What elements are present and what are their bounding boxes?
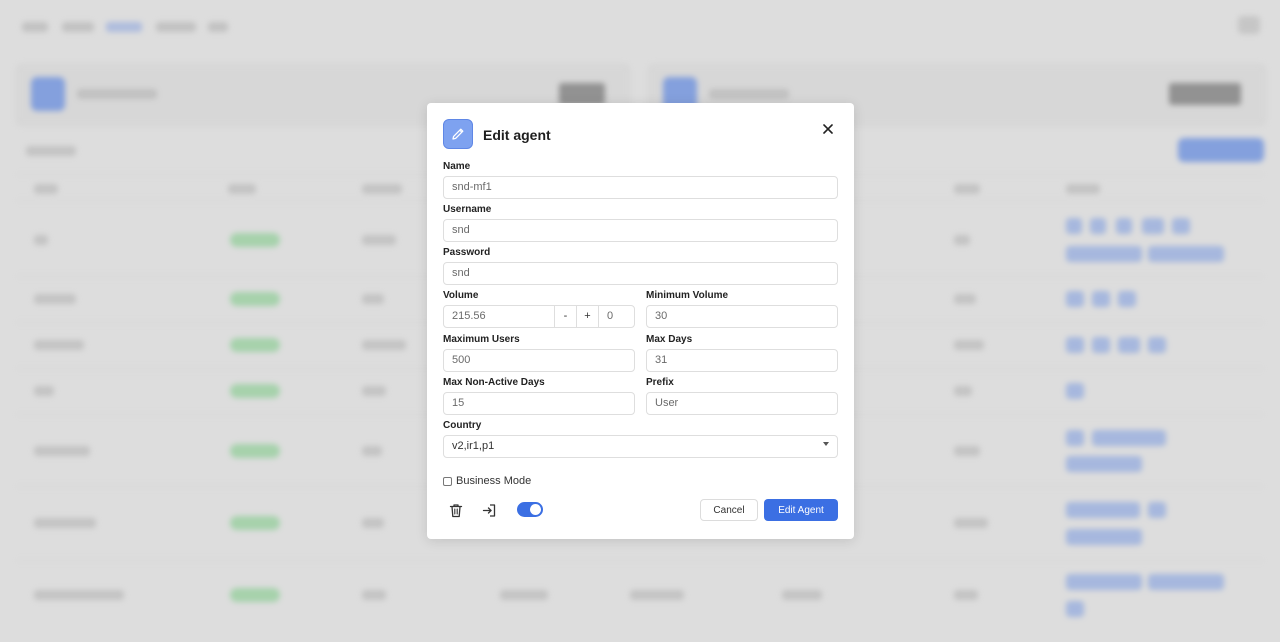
max-non-active-days-label: Max Non-Active Days: [443, 377, 545, 388]
password-input[interactable]: snd: [443, 262, 838, 285]
name-field: Name snd-mf1: [443, 161, 838, 199]
volume-decrement-button[interactable]: -: [555, 306, 577, 327]
country-field: Country v2,ir1,p1: [443, 420, 838, 458]
sign-in-icon[interactable]: [479, 500, 499, 520]
max-non-active-days-field: Max Non-Active Days 15: [443, 377, 635, 415]
close-icon[interactable]: [818, 119, 838, 139]
volume-step-input[interactable]: 0: [599, 306, 634, 327]
minimum-volume-label: Minimum Volume: [646, 290, 729, 301]
modal-title: Edit agent: [483, 127, 551, 143]
business-mode-row[interactable]: Business Mode: [443, 475, 531, 487]
country-select-value[interactable]: v2,ir1,p1: [443, 435, 838, 458]
country-label: Country: [443, 420, 482, 431]
max-non-active-days-input[interactable]: 15: [443, 392, 635, 415]
username-input[interactable]: snd: [443, 219, 838, 242]
pencil-icon: [443, 119, 473, 149]
max-days-field: Max Days 31: [646, 334, 838, 372]
trash-icon[interactable]: [446, 500, 466, 520]
country-select[interactable]: v2,ir1,p1: [443, 435, 838, 458]
agent-active-toggle[interactable]: [517, 502, 543, 517]
volume-input[interactable]: 215.56: [444, 306, 555, 327]
password-label: Password: [443, 247, 491, 258]
maximum-users-field: Maximum Users 500: [443, 334, 635, 372]
volume-label: Volume: [443, 290, 479, 301]
password-field: Password snd: [443, 247, 838, 285]
business-mode-checkbox[interactable]: [443, 476, 452, 486]
volume-field: Volume 215.56 - + 0: [443, 290, 635, 328]
minimum-volume-field: Minimum Volume 30: [646, 290, 838, 328]
volume-increment-button[interactable]: +: [577, 306, 599, 327]
maximum-users-input[interactable]: 500: [443, 349, 635, 372]
username-field: Username snd: [443, 204, 838, 242]
username-label: Username: [443, 204, 492, 215]
cancel-button[interactable]: Cancel: [700, 499, 758, 521]
name-label: Name: [443, 161, 471, 172]
prefix-field: Prefix User: [646, 377, 838, 415]
business-mode-label: Business Mode: [456, 475, 532, 487]
prefix-label: Prefix: [646, 377, 674, 388]
edit-agent-modal: Edit agent Name snd-mf1 Username snd Pas…: [427, 103, 854, 539]
maximum-users-label: Maximum Users: [443, 334, 520, 345]
chevron-down-icon: [823, 442, 829, 446]
edit-agent-button[interactable]: Edit Agent: [764, 499, 838, 521]
max-days-label: Max Days: [646, 334, 693, 345]
volume-stepper: 215.56 - + 0: [443, 305, 635, 328]
minimum-volume-input[interactable]: 30: [646, 305, 838, 328]
max-days-input[interactable]: 31: [646, 349, 838, 372]
name-input[interactable]: snd-mf1: [443, 176, 838, 199]
prefix-input[interactable]: User: [646, 392, 838, 415]
toggle-knob: [530, 504, 541, 515]
modal-header: Edit agent: [443, 119, 838, 151]
